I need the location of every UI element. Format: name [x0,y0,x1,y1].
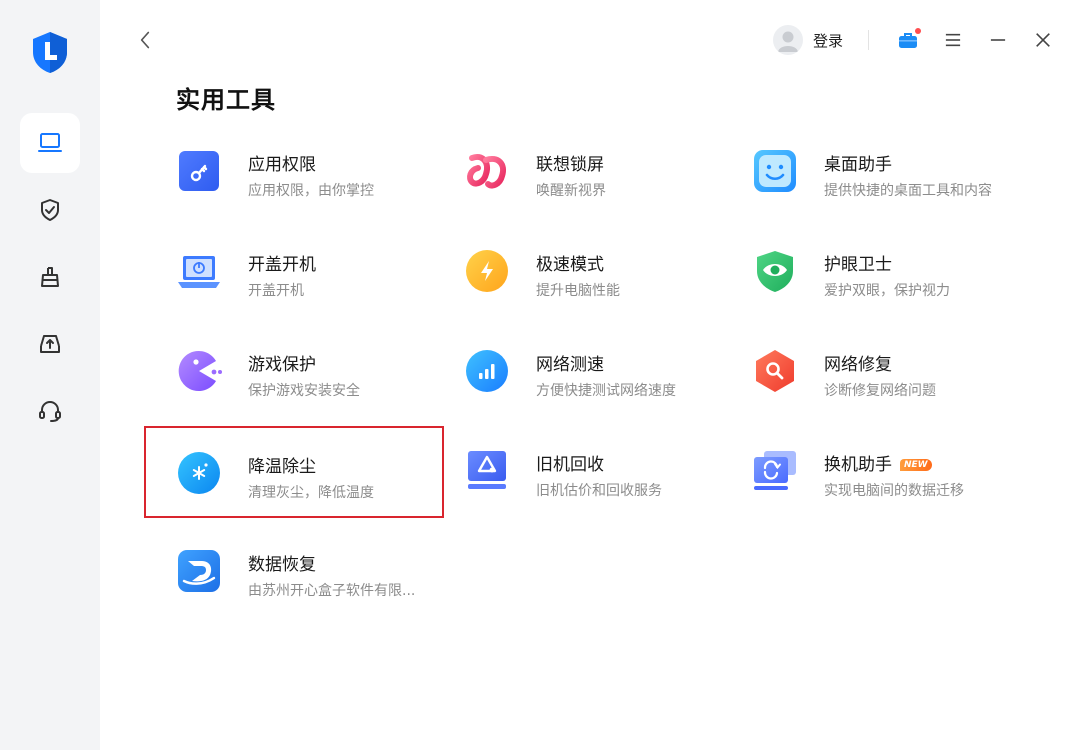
chevron-left-icon [140,31,150,49]
close-icon [1036,33,1050,47]
notification-dot [915,28,921,34]
tool-name: 桌面助手 [824,155,892,175]
lid-open-boot-icon [176,248,222,294]
login-label: 登录 [813,31,844,50]
app-permission-icon [176,148,222,194]
tool-description: 旧机估价和回收服务 [536,483,662,499]
tool-name: 应用权限 [248,155,316,175]
tool-description: 应用权限，由你掌控 [248,183,374,199]
tool-eye-care[interactable]: 护眼卫士 爱护双眼，保护视力 [722,226,1018,314]
minimize-button[interactable] [984,26,1012,54]
user-avatar-icon [778,31,798,52]
tool-desktop-assistant[interactable]: 桌面助手 提供快捷的桌面工具和内容 [722,126,1018,214]
menu-button[interactable] [939,26,967,54]
turbo-mode-icon [464,248,510,294]
minimize-icon [990,39,1006,41]
tool-network-repair[interactable]: 网络修复 诊断修复网络问题 [722,326,1018,414]
login-button[interactable]: 登录 [773,24,843,56]
network-repair-icon [752,348,798,394]
tool-name: 换机助手 NEW [824,450,932,475]
tool-data-recovery[interactable]: 数据恢复 由苏州开心盒子软件有限... [146,526,442,614]
tool-device-recycle[interactable]: 旧机回收 旧机估价和回收服务 [434,426,730,514]
tool-network-speed[interactable]: 网络测速 方便快捷测试网络速度 [434,326,730,414]
sidebar [0,0,100,750]
tool-name: 旧机回收 [536,455,604,475]
tool-name: 联想锁屏 [536,155,604,175]
tool-cooling-dust[interactable]: 降温除尘 清理灰尘，降低温度 [144,426,444,518]
tool-name: 护眼卫士 [824,255,892,275]
game-protect-icon [176,348,222,394]
page-title: 实用工具 [176,86,276,114]
sidebar-item-service[interactable] [20,381,80,441]
tool-description: 方便快捷测试网络速度 [536,383,676,399]
tool-lid-open-boot[interactable]: 开盖开机 开盖开机 [146,226,442,314]
desktop-assistant-icon [752,148,798,194]
cleaning-brush-icon [41,267,59,287]
tool-description: 提升电脑性能 [536,283,620,299]
tool-name: 游戏保护 [248,355,316,375]
tool-description: 保护游戏安装安全 [248,383,360,399]
back-button[interactable] [134,28,156,52]
lenovo-shield-logo-icon [30,30,70,74]
laptop-icon [38,133,62,152]
tool-name: 降温除尘 [248,457,316,477]
tool-description: 提供快捷的桌面工具和内容 [824,183,992,199]
tool-description: 清理灰尘，降低温度 [248,485,374,501]
tool-name: 网络修复 [824,355,892,375]
tool-game-protect[interactable]: 游戏保护 保护游戏安装安全 [146,326,442,414]
tool-device-migration[interactable]: 换机助手 NEW 实现电脑间的数据迁移 [722,426,1018,514]
cooling-dust-icon [176,450,222,496]
tool-description: 诊断修复网络问题 [824,383,936,399]
network-speed-icon [464,348,510,394]
tool-app-permission[interactable]: 应用权限 应用权限，由你掌控 [146,126,442,214]
tool-description: 爱护双眼，保护视力 [824,283,950,299]
headset-icon [39,401,61,422]
sidebar-item-cleanup[interactable] [20,247,80,307]
sidebar-item-security[interactable] [20,180,80,240]
data-recovery-icon [176,548,222,594]
tool-description: 实现电脑间的数据迁移 [824,483,964,499]
avatar [773,25,803,55]
tool-name: 网络测速 [536,355,604,375]
shield-check-icon [41,199,59,221]
lenovo-lockscreen-icon [464,148,510,194]
new-badge: NEW [900,459,932,471]
tool-turbo-mode[interactable]: 极速模式 提升电脑性能 [434,226,730,314]
hamburger-menu-icon [945,33,961,47]
toolbox-button[interactable] [894,26,922,54]
sidebar-item-upgrade[interactable] [20,314,80,374]
upload-tray-icon [40,335,60,353]
device-recycle-icon [464,448,510,494]
tool-description: 开盖开机 [248,283,304,299]
close-button[interactable] [1029,26,1057,54]
device-migration-icon [752,448,798,494]
tool-name: 极速模式 [536,255,604,275]
tool-name-text: 换机助手 [824,455,892,475]
tool-name: 数据恢复 [248,555,316,575]
tool-name: 开盖开机 [248,255,316,275]
sidebar-item-device[interactable] [20,113,80,173]
tool-description: 唤醒新视界 [536,183,606,199]
top-divider [868,30,869,50]
tool-lenovo-lockscreen[interactable]: 联想锁屏 唤醒新视界 [434,126,730,214]
eye-care-icon [752,248,798,294]
tool-description: 由苏州开心盒子软件有限... [248,583,416,599]
